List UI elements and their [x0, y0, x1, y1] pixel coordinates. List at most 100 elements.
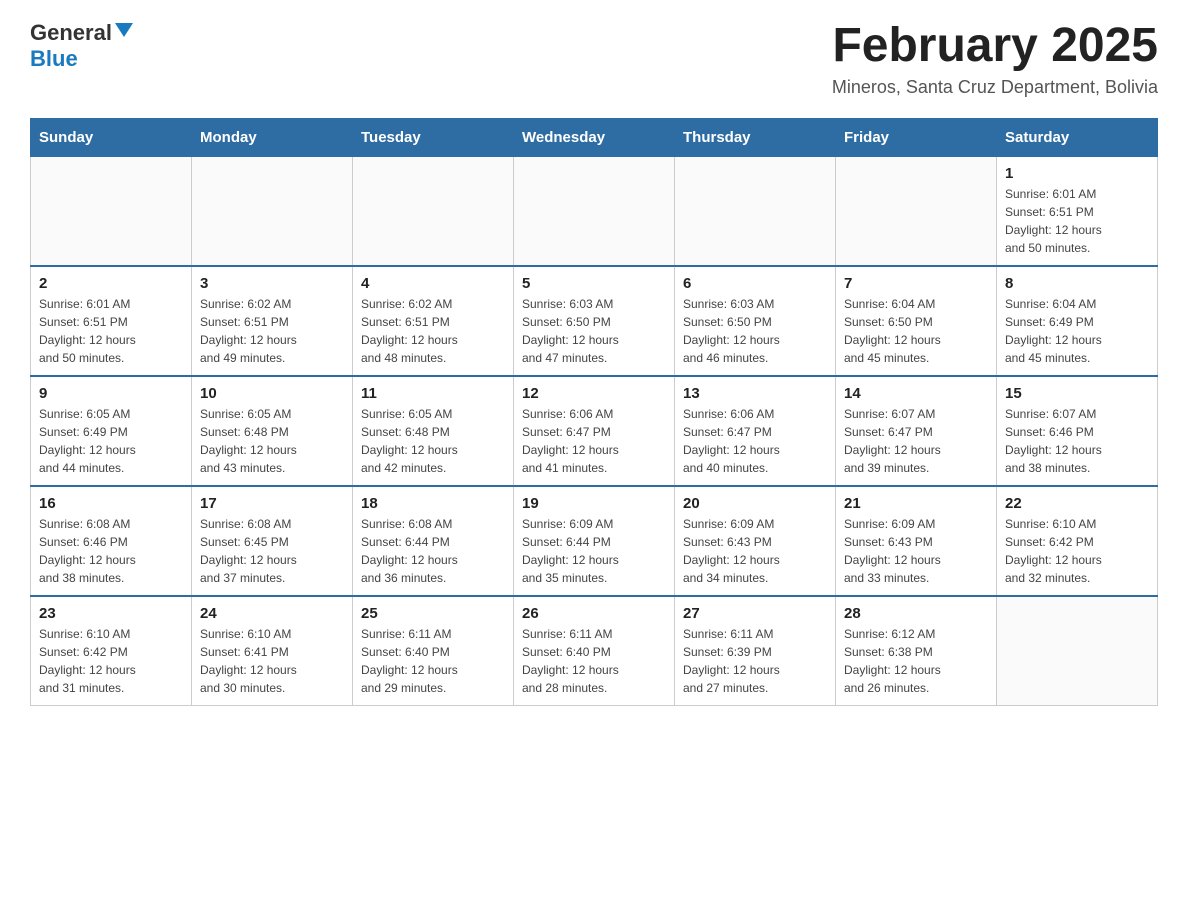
- calendar-cell: 8 Sunrise: 6:04 AM Sunset: 6:49 PM Daylig…: [997, 266, 1158, 376]
- day-info: Sunrise: 6:02 AM Sunset: 6:51 PM Dayligh…: [200, 295, 344, 367]
- calendar-cell: 13Sunrise: 6:06 AM Sunset: 6:47 PM Dayli…: [675, 376, 836, 486]
- calendar-cell: 25 Sunrise: 6:11 AM Sunset: 6:40 PM Dayli…: [353, 596, 514, 706]
- calendar-cell: 3 Sunrise: 6:02 AM Sunset: 6:51 PM Daylig…: [192, 266, 353, 376]
- day-info: Sunrise: 6:10 AM Sunset: 6:42 PM Dayligh…: [39, 625, 183, 697]
- day-info: Sunrise: 6:12 AM Sunset: 6:38 PM Dayligh…: [844, 625, 988, 697]
- calendar-cell: 11 Sunrise: 6:05 AM Sunset: 6:48 PM Dayli…: [353, 376, 514, 486]
- calendar-cell: 21 Sunrise: 6:09 AM Sunset: 6:43 PM Dayli…: [836, 486, 997, 596]
- day-number: 20: [683, 495, 827, 512]
- calendar-cell: 10 Sunrise: 6:05 AM Sunset: 6:48 PM Dayli…: [192, 376, 353, 486]
- day-number: 17: [200, 495, 344, 512]
- day-info: Sunrise: 6:08 AM Sunset: 6:45 PM Dayligh…: [200, 515, 344, 587]
- logo-general-text: General: [30, 20, 112, 46]
- day-number: 27: [683, 605, 827, 622]
- calendar-week-row: 16 Sunrise: 6:08 AM Sunset: 6:46 PM Dayli…: [31, 486, 1158, 596]
- day-number: 11: [361, 385, 505, 402]
- day-number: 9: [39, 385, 183, 402]
- calendar-cell: 23 Sunrise: 6:10 AM Sunset: 6:42 PM Dayli…: [31, 596, 192, 706]
- day-info: Sunrise: 6:10 AM Sunset: 6:41 PM Dayligh…: [200, 625, 344, 697]
- calendar-cell: [997, 596, 1158, 706]
- day-info: Sunrise: 6:11 AM Sunset: 6:40 PM Dayligh…: [361, 625, 505, 697]
- day-info: Sunrise: 6:11 AM Sunset: 6:40 PM Dayligh…: [522, 625, 666, 697]
- day-info: Sunrise: 6:07 AM Sunset: 6:47 PM Dayligh…: [844, 405, 988, 477]
- weekday-header-thursday: Thursday: [675, 118, 836, 156]
- day-number: 23: [39, 605, 183, 622]
- day-number: 19: [522, 495, 666, 512]
- day-info: Sunrise: 6:07 AM Sunset: 6:46 PM Dayligh…: [1005, 405, 1149, 477]
- day-number: 18: [361, 495, 505, 512]
- day-number: 5: [522, 275, 666, 292]
- calendar-cell: [31, 156, 192, 266]
- day-number: 26: [522, 605, 666, 622]
- day-info: Sunrise: 6:09 AM Sunset: 6:43 PM Dayligh…: [683, 515, 827, 587]
- calendar-cell: 9 Sunrise: 6:05 AM Sunset: 6:49 PM Daylig…: [31, 376, 192, 486]
- day-number: 14: [844, 385, 988, 402]
- calendar-cell: 4Sunrise: 6:02 AM Sunset: 6:51 PM Daylig…: [353, 266, 514, 376]
- location-text: Mineros, Santa Cruz Department, Bolivia: [832, 77, 1158, 98]
- day-number: 2: [39, 275, 183, 292]
- calendar-cell: 16 Sunrise: 6:08 AM Sunset: 6:46 PM Dayli…: [31, 486, 192, 596]
- day-info: Sunrise: 6:08 AM Sunset: 6:46 PM Dayligh…: [39, 515, 183, 587]
- calendar-cell: 22 Sunrise: 6:10 AM Sunset: 6:42 PM Dayli…: [997, 486, 1158, 596]
- weekday-header-tuesday: Tuesday: [353, 118, 514, 156]
- page-header: General Blue February 2025 Mineros, Sant…: [30, 20, 1158, 98]
- calendar-cell: 20 Sunrise: 6:09 AM Sunset: 6:43 PM Dayli…: [675, 486, 836, 596]
- weekday-header-row: SundayMondayTuesdayWednesdayThursdayFrid…: [31, 118, 1158, 156]
- calendar-body: 1 Sunrise: 6:01 AM Sunset: 6:51 PM Daylig…: [31, 156, 1158, 705]
- day-number: 6: [683, 275, 827, 292]
- day-info: Sunrise: 6:09 AM Sunset: 6:44 PM Dayligh…: [522, 515, 666, 587]
- calendar-cell: 1 Sunrise: 6:01 AM Sunset: 6:51 PM Daylig…: [997, 156, 1158, 266]
- calendar-cell: 24Sunrise: 6:10 AM Sunset: 6:41 PM Dayli…: [192, 596, 353, 706]
- day-info: Sunrise: 6:05 AM Sunset: 6:48 PM Dayligh…: [361, 405, 505, 477]
- day-number: 16: [39, 495, 183, 512]
- day-number: 3: [200, 275, 344, 292]
- logo: General Blue: [30, 20, 133, 72]
- calendar-cell: 18 Sunrise: 6:08 AM Sunset: 6:44 PM Dayli…: [353, 486, 514, 596]
- weekday-header-friday: Friday: [836, 118, 997, 156]
- calendar-cell: 19 Sunrise: 6:09 AM Sunset: 6:44 PM Dayli…: [514, 486, 675, 596]
- day-info: Sunrise: 6:04 AM Sunset: 6:49 PM Dayligh…: [1005, 295, 1149, 367]
- day-info: Sunrise: 6:05 AM Sunset: 6:49 PM Dayligh…: [39, 405, 183, 477]
- calendar-cell: 5 Sunrise: 6:03 AM Sunset: 6:50 PM Daylig…: [514, 266, 675, 376]
- calendar-week-row: 1 Sunrise: 6:01 AM Sunset: 6:51 PM Daylig…: [31, 156, 1158, 266]
- day-number: 21: [844, 495, 988, 512]
- logo-blue-text: Blue: [30, 46, 78, 72]
- day-info: Sunrise: 6:01 AM Sunset: 6:51 PM Dayligh…: [1005, 185, 1149, 257]
- day-info: Sunrise: 6:04 AM Sunset: 6:50 PM Dayligh…: [844, 295, 988, 367]
- day-info: Sunrise: 6:10 AM Sunset: 6:42 PM Dayligh…: [1005, 515, 1149, 587]
- day-info: Sunrise: 6:05 AM Sunset: 6:48 PM Dayligh…: [200, 405, 344, 477]
- weekday-header-wednesday: Wednesday: [514, 118, 675, 156]
- calendar-cell: 14 Sunrise: 6:07 AM Sunset: 6:47 PM Dayli…: [836, 376, 997, 486]
- calendar-week-row: 9 Sunrise: 6:05 AM Sunset: 6:49 PM Daylig…: [31, 376, 1158, 486]
- logo-triangle-icon: [115, 23, 133, 37]
- day-info: Sunrise: 6:08 AM Sunset: 6:44 PM Dayligh…: [361, 515, 505, 587]
- calendar-header: SundayMondayTuesdayWednesdayThursdayFrid…: [31, 118, 1158, 156]
- day-info: Sunrise: 6:03 AM Sunset: 6:50 PM Dayligh…: [522, 295, 666, 367]
- day-number: 25: [361, 605, 505, 622]
- calendar-cell: 28Sunrise: 6:12 AM Sunset: 6:38 PM Dayli…: [836, 596, 997, 706]
- calendar-cell: 27Sunrise: 6:11 AM Sunset: 6:39 PM Dayli…: [675, 596, 836, 706]
- calendar-week-row: 23 Sunrise: 6:10 AM Sunset: 6:42 PM Dayli…: [31, 596, 1158, 706]
- calendar-cell: [514, 156, 675, 266]
- day-info: Sunrise: 6:09 AM Sunset: 6:43 PM Dayligh…: [844, 515, 988, 587]
- calendar-week-row: 2 Sunrise: 6:01 AM Sunset: 6:51 PM Daylig…: [31, 266, 1158, 376]
- calendar-cell: 7 Sunrise: 6:04 AM Sunset: 6:50 PM Daylig…: [836, 266, 997, 376]
- day-number: 8: [1005, 275, 1149, 292]
- calendar-cell: [353, 156, 514, 266]
- day-number: 10: [200, 385, 344, 402]
- day-number: 12: [522, 385, 666, 402]
- calendar-cell: [836, 156, 997, 266]
- day-number: 22: [1005, 495, 1149, 512]
- day-number: 1: [1005, 165, 1149, 182]
- day-info: Sunrise: 6:03 AM Sunset: 6:50 PM Dayligh…: [683, 295, 827, 367]
- day-number: 7: [844, 275, 988, 292]
- calendar-cell: [675, 156, 836, 266]
- day-info: Sunrise: 6:01 AM Sunset: 6:51 PM Dayligh…: [39, 295, 183, 367]
- calendar-cell: 17 Sunrise: 6:08 AM Sunset: 6:45 PM Dayli…: [192, 486, 353, 596]
- day-number: 13: [683, 385, 827, 402]
- weekday-header-sunday: Sunday: [31, 118, 192, 156]
- calendar-table: SundayMondayTuesdayWednesdayThursdayFrid…: [30, 118, 1158, 706]
- calendar-cell: 6 Sunrise: 6:03 AM Sunset: 6:50 PM Daylig…: [675, 266, 836, 376]
- calendar-cell: 2 Sunrise: 6:01 AM Sunset: 6:51 PM Daylig…: [31, 266, 192, 376]
- calendar-cell: [192, 156, 353, 266]
